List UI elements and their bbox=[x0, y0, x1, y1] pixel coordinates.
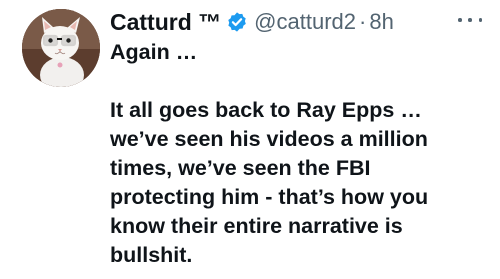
timestamp[interactable]: 8h bbox=[369, 9, 393, 35]
tweet-text-line: Again … bbox=[110, 40, 198, 64]
tweet-text-line: know their entire narrative is bbox=[110, 214, 403, 238]
cat-with-glasses-avatar-image bbox=[22, 9, 100, 87]
tweet-text-line: It all goes back to Ray Epps … bbox=[110, 98, 422, 122]
verified-badge-icon bbox=[226, 11, 248, 33]
dot-icon bbox=[468, 18, 472, 22]
tweet-header: Catturd ™ @catturd2 · 8h bbox=[110, 6, 394, 38]
dot-icon bbox=[458, 18, 462, 22]
separator-dot: · bbox=[359, 9, 367, 34]
avatar[interactable] bbox=[22, 9, 100, 87]
tweet-text-line: we’ve seen his videos a million bbox=[110, 127, 428, 151]
tweet-text-line: times, we’ve seen the FBI bbox=[110, 156, 371, 180]
tweet-text-line: bullshit. bbox=[110, 243, 193, 267]
display-name[interactable]: Catturd ™ bbox=[110, 9, 221, 36]
more-options-ellipsis-icon[interactable] bbox=[458, 10, 482, 30]
user-handle[interactable]: @catturd2 bbox=[254, 9, 356, 35]
tweet-text-line: protecting him - that’s how you bbox=[110, 185, 429, 209]
tweet-card[interactable]: Catturd ™ @catturd2 · 8h Again … It all … bbox=[0, 0, 500, 279]
dot-icon bbox=[478, 18, 482, 22]
tweet-text: Again … It all goes back to Ray Epps … w… bbox=[110, 38, 490, 270]
